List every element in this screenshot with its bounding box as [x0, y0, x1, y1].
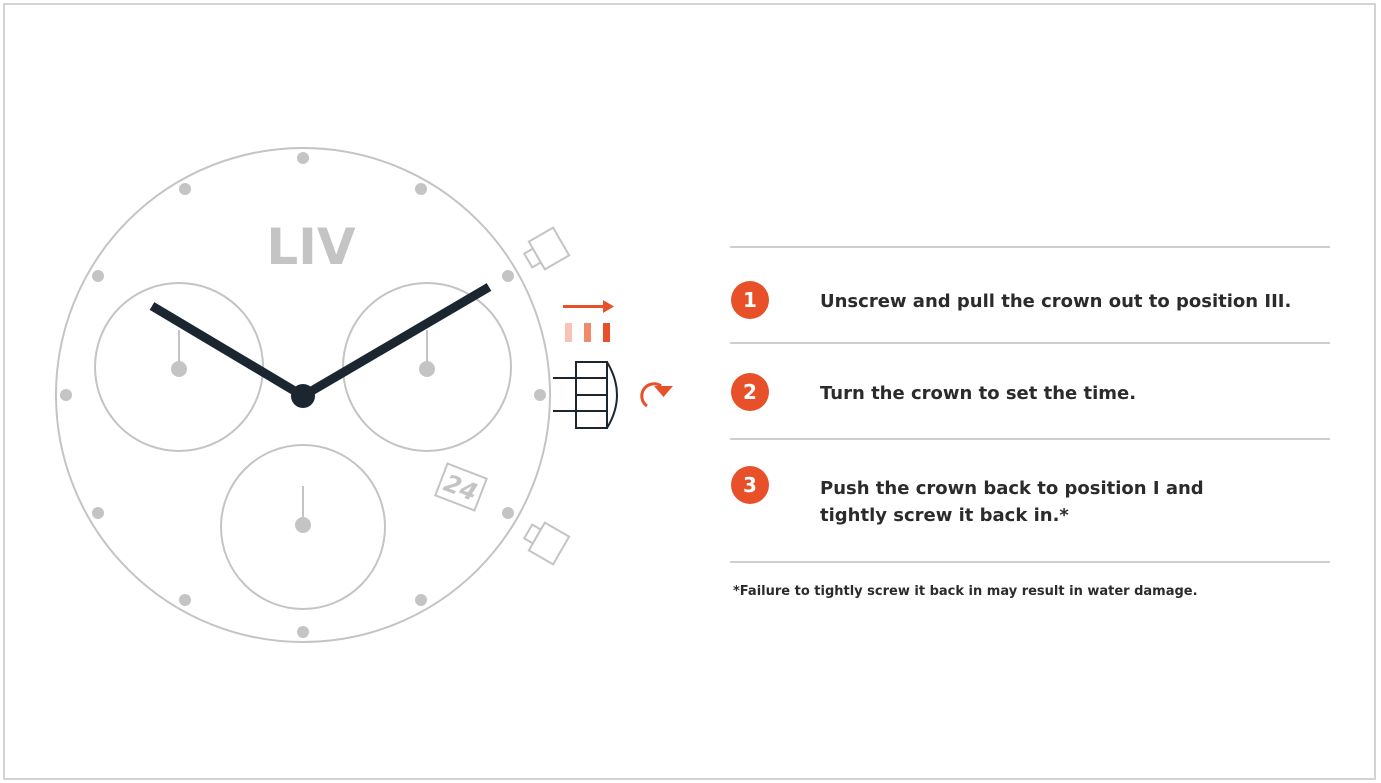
- hour-marker-12: [297, 152, 309, 164]
- step-number-badge: 2: [731, 373, 769, 411]
- crown: [553, 361, 618, 429]
- brand-logo: LIV: [266, 218, 355, 276]
- hour-marker-1: [415, 183, 427, 195]
- step-text: Turn the crown to set the time.: [820, 383, 1137, 404]
- hour-marker-10: [92, 270, 104, 282]
- hour-marker-5: [415, 594, 427, 606]
- crown-position-indicator: [565, 323, 610, 342]
- hour-marker-6: [297, 626, 309, 638]
- pusher-bottom: [522, 521, 571, 566]
- center-pivot: [291, 384, 315, 408]
- instruction-steps: 1 Unscrew and pull the crown out to posi…: [730, 246, 1330, 563]
- hour-marker-2: [502, 270, 514, 282]
- hour-hand: [149, 302, 306, 400]
- step-text: Unscrew and pull the crown out to positi…: [820, 291, 1292, 312]
- date-window: 24: [434, 462, 488, 512]
- subdial-bottom-pivot: [295, 517, 311, 533]
- subdial-left-pivot: [171, 361, 187, 377]
- subdial-right-pivot: [419, 361, 435, 377]
- divider: [730, 561, 1330, 563]
- hour-marker-8: [92, 507, 104, 519]
- step-3: 3 Push the crown back to position I and …: [730, 440, 1330, 561]
- hour-marker-7: [179, 594, 191, 606]
- crown-position-ii-bar: [584, 323, 591, 342]
- step-1: 1 Unscrew and pull the crown out to posi…: [730, 248, 1330, 342]
- step-number-badge: 1: [731, 281, 769, 319]
- crown-position-i-bar: [565, 323, 572, 342]
- step-number-badge: 3: [731, 466, 769, 504]
- pull-out-arrow: [563, 300, 614, 313]
- step-2: 2 Turn the crown to set the time.: [730, 344, 1330, 438]
- step-text: Push the crown back to position I and ti…: [820, 478, 1204, 526]
- crown-position-iii-bar: [603, 323, 610, 342]
- hour-marker-9: [60, 389, 72, 401]
- hour-marker-3: [534, 389, 546, 401]
- rotate-arrow-icon: [640, 382, 673, 408]
- footnote: *Failure to tightly screw it back in may…: [733, 584, 1198, 599]
- pusher-top: [522, 226, 571, 271]
- minute-hand: [300, 283, 492, 400]
- hour-marker-11: [179, 183, 191, 195]
- hour-marker-4: [502, 507, 514, 519]
